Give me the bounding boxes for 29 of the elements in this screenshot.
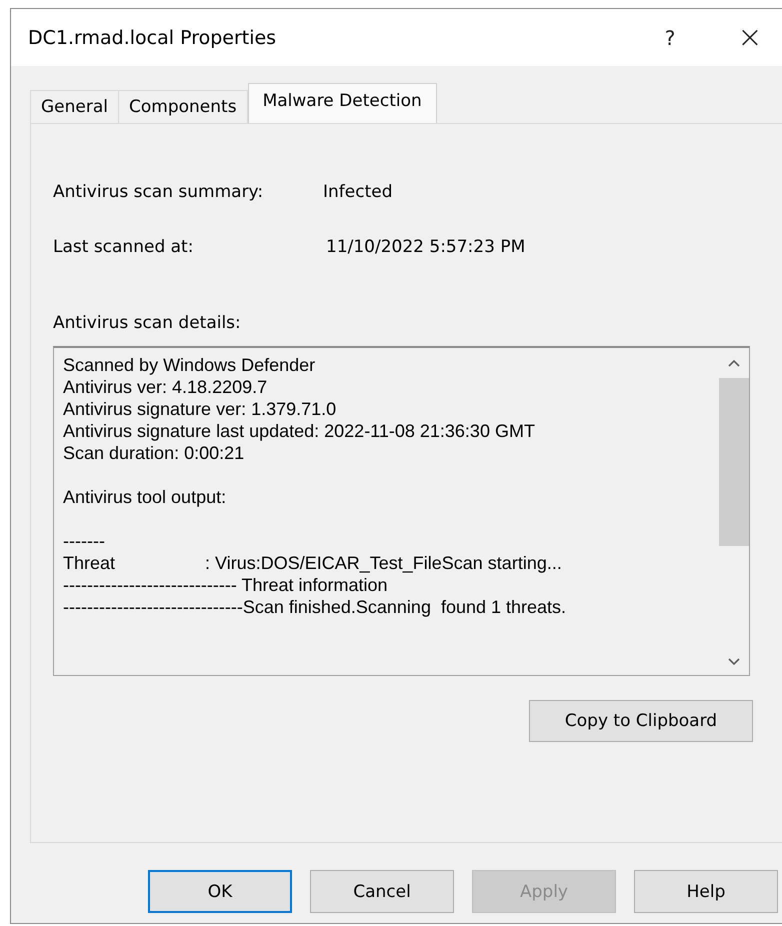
dialog-button[interactable]: OK: [148, 870, 292, 913]
text-line: ----------------------------- Threat information: [63, 574, 389, 596]
scrollbar-thumb[interactable]: [719, 378, 749, 546]
text-line: Antivirus signature last updated: 2022-11-08 21:36:30 GMT: [63, 420, 536, 442]
scroll-down-icon[interactable]: [727, 657, 741, 667]
text-line: Scan duration: 0:00:21: [63, 442, 246, 464]
dialog-button[interactable]: Help: [634, 870, 778, 913]
text-line: Antivirus tool output:: [63, 486, 228, 508]
text-line: Antivirus signature ver: 1.379.71.0: [63, 398, 338, 420]
field-value: 11/10/2022 5:57:23 PM: [326, 237, 526, 257]
text-line: Antivirus ver: 4.18.2209.7: [63, 376, 268, 398]
window-title: DC1.rmad.local Properties: [28, 26, 278, 48]
text-line: -------: [63, 530, 106, 552]
field-label: Antivirus scan details:: [53, 313, 242, 333]
details-text-area[interactable]: [53, 346, 750, 676]
scroll-up-icon[interactable]: [727, 358, 741, 368]
field-value: Infected: [323, 182, 392, 202]
text-line: Threat : Virus:DOS/EICAR_Test_FileScan starting...: [63, 552, 563, 574]
tab[interactable]: Components: [119, 90, 248, 123]
field-label: Last scanned at:: [53, 237, 194, 257]
text-line: ------------------------------Scan finished.Scanning found 1 threats.: [63, 596, 568, 618]
tab[interactable]: General: [30, 90, 119, 123]
close-button[interactable]: ×: [728, 20, 772, 55]
tab[interactable]: Malware Detection: [248, 83, 437, 123]
field-label: Antivirus scan summary:: [53, 182, 264, 202]
help-button[interactable]: ?: [650, 26, 690, 50]
dialog-button[interactable]: Cancel: [310, 870, 454, 913]
text-line: Scanned by Windows Defender: [63, 354, 316, 376]
copy-to-clipboard-button[interactable]: Copy to Clipboard: [529, 700, 753, 742]
